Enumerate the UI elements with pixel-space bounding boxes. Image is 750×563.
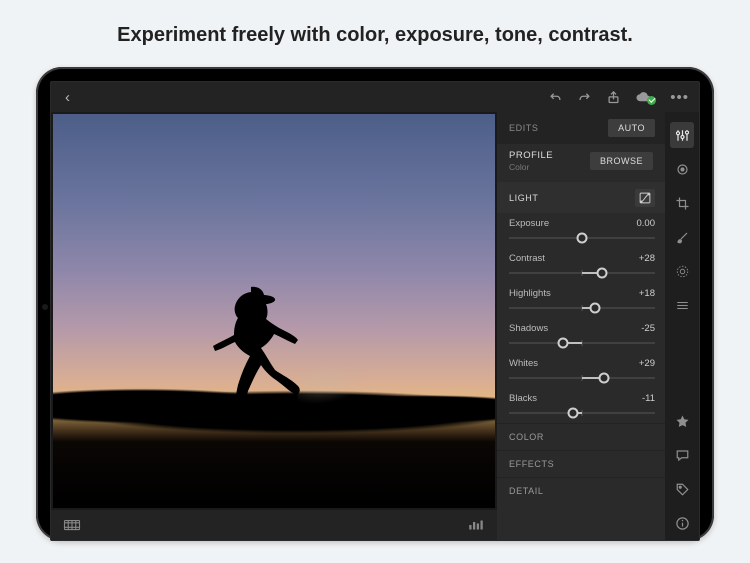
slider-track[interactable] (509, 371, 655, 385)
slider-knob[interactable] (577, 233, 588, 244)
slider-row-highlights: Highlights +18 (497, 283, 665, 318)
slider-track[interactable] (509, 406, 655, 420)
slider-value: -11 (642, 393, 655, 404)
tool-rail (665, 112, 699, 540)
target-adjust-icon[interactable] (670, 156, 694, 182)
cloud-sync-icon[interactable] (635, 90, 656, 105)
undo-icon[interactable] (548, 90, 563, 105)
profile-value: Color (509, 162, 553, 172)
info-icon[interactable] (670, 510, 694, 536)
slider-label: Whites (509, 358, 538, 369)
slider-value: +18 (639, 288, 655, 299)
auto-button[interactable]: AUTO (608, 119, 655, 137)
slider-label: Blacks (509, 393, 537, 404)
back-button[interactable]: ‹ (61, 85, 74, 110)
slider-value: 0.00 (637, 218, 656, 229)
slider-value: -25 (641, 323, 655, 334)
tone-curve-button[interactable] (635, 189, 655, 207)
slider-knob[interactable] (597, 268, 608, 279)
histogram-icon[interactable] (467, 518, 485, 532)
browse-profile-button[interactable]: BROWSE (590, 152, 653, 170)
slider-track[interactable] (509, 231, 655, 245)
crop-icon[interactable] (670, 190, 694, 216)
slider-row-shadows: Shadows -25 (497, 318, 665, 353)
edit-panel: EDITS AUTO PROFILE Color BROWSE LIGHT (497, 112, 665, 540)
radial-gradient-icon[interactable] (670, 258, 694, 284)
sync-ok-badge (647, 96, 656, 105)
subject-silhouette (196, 279, 316, 449)
brush-icon[interactable] (670, 224, 694, 250)
image-canvas (51, 112, 497, 540)
light-section-label: LIGHT (509, 193, 539, 203)
tag-icon[interactable] (670, 476, 694, 502)
slider-label: Exposure (509, 218, 549, 229)
top-toolbar: ‹ ••• (51, 82, 699, 112)
slider-label: Contrast (509, 253, 545, 264)
slider-knob[interactable] (598, 373, 609, 384)
slider-knob[interactable] (568, 408, 579, 419)
star-icon[interactable] (670, 408, 694, 434)
slider-track[interactable] (509, 266, 655, 280)
slider-label: Highlights (509, 288, 551, 299)
slider-track[interactable] (509, 336, 655, 350)
comment-icon[interactable] (670, 442, 694, 468)
section-detail[interactable]: DETAIL (497, 477, 665, 504)
slider-row-blacks: Blacks -11 (497, 388, 665, 423)
marketing-headline: Experiment freely with color, exposure, … (0, 0, 750, 67)
adjust-sliders-icon[interactable] (670, 122, 694, 148)
share-icon[interactable] (606, 90, 621, 105)
slider-row-contrast: Contrast +28 (497, 248, 665, 283)
tablet-camera (42, 304, 48, 310)
canvas-bottom-bar (51, 510, 497, 540)
section-color[interactable]: COLOR (497, 423, 665, 450)
more-icon[interactable]: ••• (670, 89, 689, 106)
tablet-frame: ‹ ••• (36, 67, 714, 541)
app-screen: ‹ ••• (50, 81, 700, 541)
slider-knob[interactable] (558, 338, 569, 349)
slider-row-exposure: Exposure 0.00 (497, 213, 665, 248)
edits-label: EDITS (509, 123, 539, 133)
slider-track[interactable] (509, 301, 655, 315)
edited-photo[interactable] (53, 114, 495, 508)
filmstrip-icon[interactable] (63, 518, 81, 532)
section-effects[interactable]: EFFECTS (497, 450, 665, 477)
slider-knob[interactable] (590, 303, 601, 314)
slider-row-whites: Whites +29 (497, 353, 665, 388)
linear-gradient-icon[interactable] (670, 292, 694, 318)
slider-label: Shadows (509, 323, 548, 334)
slider-value: +28 (639, 253, 655, 264)
profile-label: PROFILE (509, 150, 553, 161)
redo-icon[interactable] (577, 90, 592, 105)
slider-value: +29 (639, 358, 655, 369)
